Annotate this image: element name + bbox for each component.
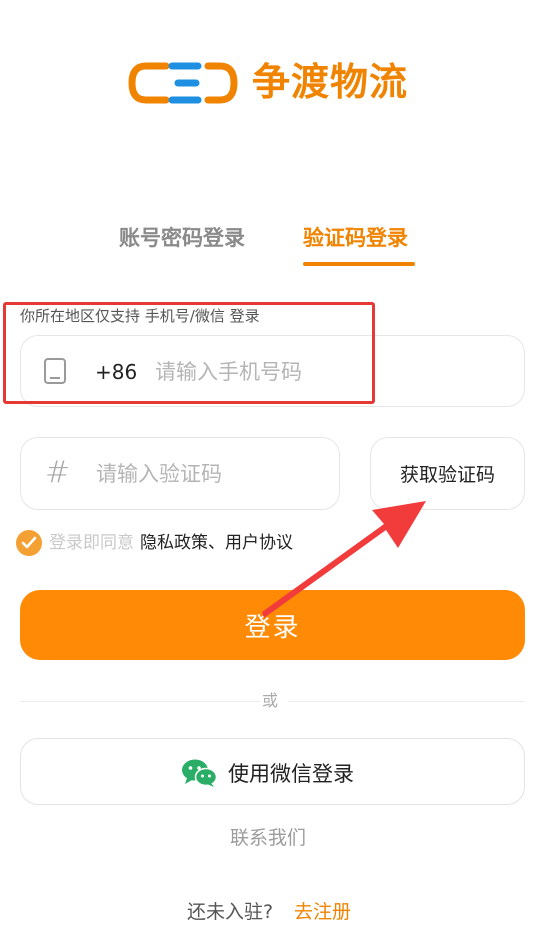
tab-sms-login[interactable]: 验证码登录 bbox=[303, 222, 408, 254]
divider-line-right bbox=[288, 701, 525, 702]
agreement-prefix: 登录即同意 bbox=[49, 533, 134, 553]
hash-icon: # bbox=[45, 455, 71, 490]
get-code-button[interactable]: 获取验证码 bbox=[370, 437, 525, 510]
divider-or-text: 或 bbox=[262, 691, 279, 710]
contact-us-link[interactable]: 联系我们 bbox=[230, 824, 306, 852]
active-tab-indicator bbox=[303, 262, 415, 266]
agreement-checkbox[interactable] bbox=[16, 530, 42, 556]
check-icon bbox=[21, 536, 37, 549]
register-prompt: 还未入驻? bbox=[187, 901, 274, 923]
highlight-annotation-box bbox=[3, 302, 375, 404]
divider-line-left bbox=[20, 701, 260, 702]
brand-name: 争渡物流 bbox=[252, 60, 409, 104]
wechat-icon bbox=[182, 759, 217, 787]
register-link[interactable]: 去注册 bbox=[294, 898, 351, 926]
login-button[interactable]: 登录 bbox=[20, 590, 525, 660]
tab-password-login[interactable]: 账号密码登录 bbox=[119, 222, 245, 254]
wechat-login-label: 使用微信登录 bbox=[228, 762, 354, 786]
privacy-terms-link[interactable]: 隐私政策、用户协议 bbox=[140, 530, 293, 556]
verification-code-input[interactable] bbox=[96, 458, 326, 490]
